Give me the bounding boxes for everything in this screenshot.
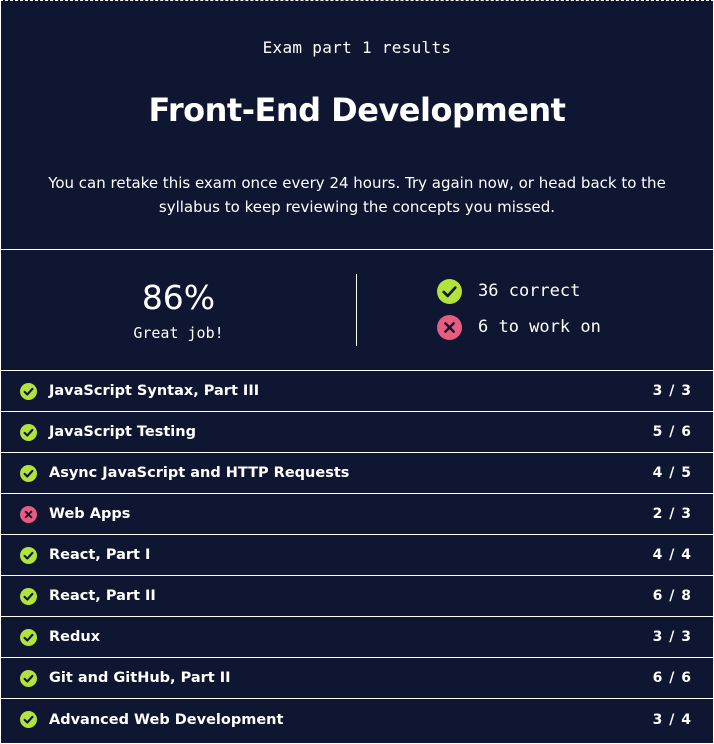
topic-score: 3 / 4 [652, 711, 692, 728]
retake-description: You can retake this exam once every 24 h… [48, 174, 666, 216]
score-percentage: 86% [141, 278, 216, 317]
check-circle-icon [20, 423, 37, 441]
topic-list: JavaScript Syntax, Part III 3 / 3 JavaScri… [1, 371, 713, 740]
x-circle-icon [437, 314, 462, 340]
topic-score: 6 / 6 [652, 670, 692, 686]
topic-name: React, Part I [49, 547, 151, 563]
page-title: Front-End Development [148, 91, 566, 129]
work-on-count-row: 6 to work on [437, 314, 601, 340]
topic-score: 3 / 3 [652, 629, 692, 645]
topic-name: Advanced Web Development [49, 711, 284, 728]
topic-row[interactable]: Web Apps 2 / 3 [1, 494, 713, 535]
topic-name: React, Part II [49, 588, 156, 604]
topic-score: 5 / 6 [652, 424, 692, 440]
x-circle-icon [20, 505, 37, 523]
check-circle-icon [20, 711, 37, 728]
topic-row[interactable]: JavaScript Syntax, Part III 3 / 3 [1, 371, 713, 412]
results-card: Exam part 1 results Front-End Developmen… [0, 0, 714, 744]
summary-divider [356, 274, 357, 346]
results-header: Exam part 1 results Front-End Developmen… [1, 1, 713, 250]
check-circle-icon [20, 546, 37, 564]
topic-score: 3 / 3 [652, 383, 692, 399]
topic-row[interactable]: React, Part I 4 / 4 [1, 535, 713, 576]
topic-score: 6 / 8 [652, 588, 692, 604]
score-summary: 86% Great job! 36 correct 6 to work on [1, 250, 713, 371]
work-on-count: 6 to work on [478, 317, 601, 337]
topic-row[interactable]: Git and GitHub, Part II 6 / 6 [1, 658, 713, 699]
topic-score: 2 / 3 [652, 506, 692, 522]
topic-row[interactable]: React, Part II 6 / 8 [1, 576, 713, 617]
correct-count: 36 correct [478, 281, 581, 301]
check-circle-icon [20, 669, 37, 687]
exam-part-label: Exam part 1 results [262, 38, 452, 57]
tally: 36 correct 6 to work on [437, 278, 601, 350]
check-circle-icon [20, 628, 37, 646]
topic-name: JavaScript Syntax, Part III [49, 383, 260, 399]
topic-row[interactable]: Advanced Web Development 3 / 4 [1, 699, 713, 740]
topic-score: 4 / 4 [652, 547, 692, 563]
correct-count-row: 36 correct [437, 278, 601, 304]
score-block: 86% Great job! [1, 278, 356, 342]
topic-row[interactable]: Async JavaScript and HTTP Requests 4 / 5 [1, 453, 713, 494]
check-circle-icon [20, 382, 37, 400]
score-message: Great job! [133, 324, 224, 342]
check-circle-icon [20, 587, 37, 605]
topic-name: Git and GitHub, Part II [49, 670, 231, 686]
check-circle-icon [20, 464, 37, 482]
topic-name: Web Apps [49, 506, 131, 522]
check-circle-icon [437, 278, 462, 304]
topic-name: JavaScript Testing [49, 424, 196, 440]
topic-score: 4 / 5 [652, 465, 692, 481]
topic-row[interactable]: JavaScript Testing 5 / 6 [1, 412, 713, 453]
topic-name: Redux [49, 629, 101, 645]
topic-row[interactable]: Redux 3 / 3 [1, 617, 713, 658]
topic-name: Async JavaScript and HTTP Requests [49, 465, 350, 481]
